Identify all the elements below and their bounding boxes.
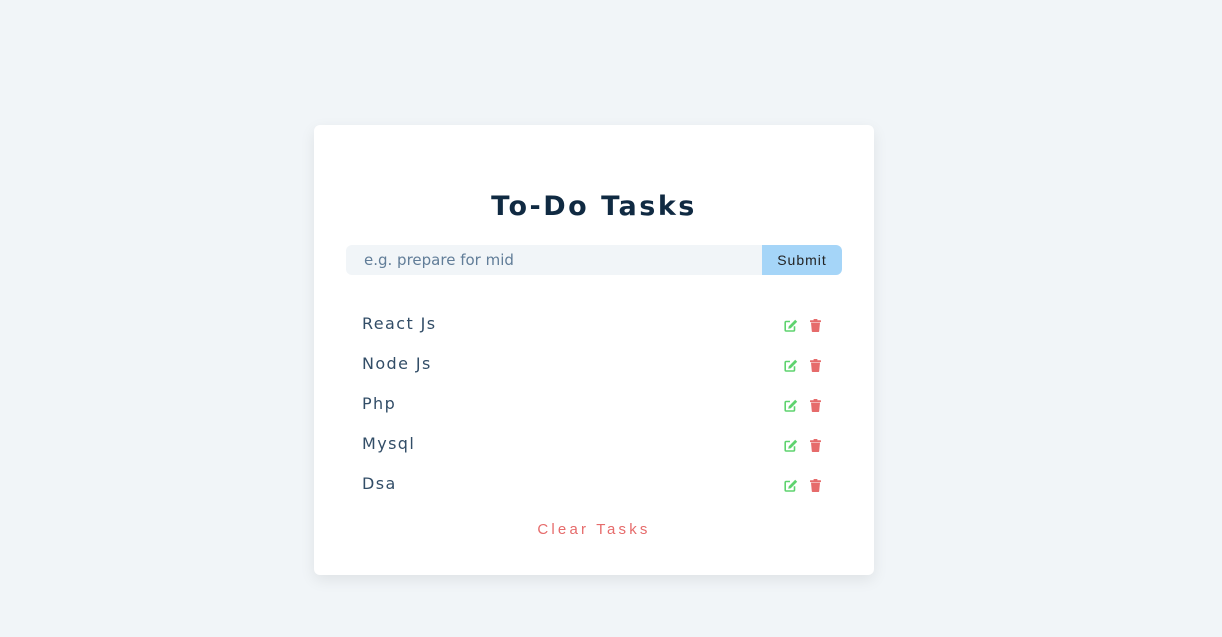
delete-button[interactable] (808, 478, 822, 492)
task-form: Submit (346, 245, 842, 275)
edit-icon (784, 399, 798, 412)
task-title: Node Js (362, 353, 432, 373)
task-actions (784, 318, 826, 332)
task-title: Dsa (362, 473, 397, 493)
task-actions (784, 358, 826, 372)
edit-icon (784, 439, 798, 452)
task-title: React Js (362, 313, 437, 333)
task-title: Mysql (362, 433, 416, 453)
clear-tasks-button[interactable]: Clear Tasks (494, 521, 694, 538)
trash-icon (809, 318, 821, 332)
edit-icon (784, 319, 798, 332)
trash-icon (809, 398, 821, 412)
edit-button[interactable] (784, 438, 798, 452)
delete-button[interactable] (808, 358, 822, 372)
trash-icon (809, 358, 821, 372)
edit-button[interactable] (784, 318, 798, 332)
submit-button[interactable]: Submit (762, 245, 842, 275)
task-actions (784, 438, 826, 452)
trash-icon (809, 478, 821, 492)
todo-card: To-Do Tasks Submit React Js (314, 125, 874, 575)
delete-button[interactable] (808, 438, 822, 452)
task-title: Php (362, 393, 397, 413)
task-list: React Js Node Js Php Mysql Dsa (346, 305, 842, 505)
task-input[interactable] (346, 245, 762, 275)
task-actions (784, 478, 826, 492)
page-title: To-Do Tasks (491, 191, 697, 222)
task-item: React Js (346, 305, 842, 345)
edit-button[interactable] (784, 398, 798, 412)
edit-icon (784, 479, 798, 492)
task-actions (784, 398, 826, 412)
task-item: Mysql (346, 425, 842, 465)
edit-button[interactable] (784, 358, 798, 372)
edit-icon (784, 359, 798, 372)
task-item: Php (346, 385, 842, 425)
trash-icon (809, 438, 821, 452)
edit-button[interactable] (784, 478, 798, 492)
task-item: Node Js (346, 345, 842, 385)
delete-button[interactable] (808, 318, 822, 332)
task-item: Dsa (346, 465, 842, 505)
delete-button[interactable] (808, 398, 822, 412)
